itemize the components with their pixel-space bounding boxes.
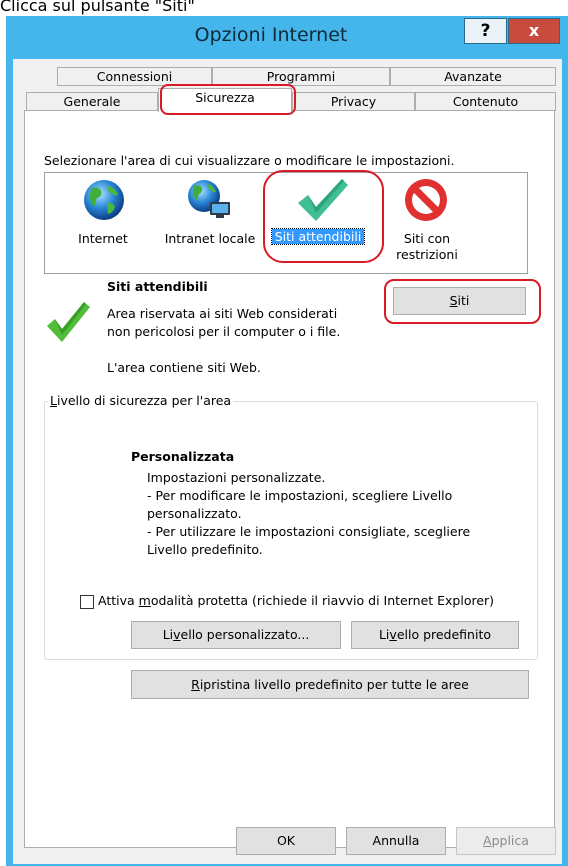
default-level-rest: ello predefinito bbox=[396, 627, 492, 642]
selected-zone-title: Siti attendibili bbox=[107, 279, 208, 294]
security-level-legend-text: ivello di sicurezza per l'area bbox=[56, 393, 232, 408]
level-desc-line-2: - Per modificare le impostazioni, scegli… bbox=[147, 488, 453, 503]
protected-mode-label-prefix: Attiva bbox=[98, 593, 139, 608]
tab-contenuto[interactable]: Contenuto bbox=[415, 92, 556, 111]
zone-siti-restrizioni-line2: restrizioni bbox=[396, 247, 458, 262]
custom-level-rest: ello personalizzato... bbox=[180, 627, 310, 642]
tab-generale[interactable]: Generale bbox=[26, 92, 158, 111]
protected-mode-label-rest: odalità protetta (richiede il riavvio di… bbox=[150, 593, 495, 608]
protected-mode-label-mnemonic: m bbox=[138, 593, 151, 608]
globe-icon bbox=[74, 178, 134, 222]
custom-level-prefix: Li bbox=[162, 627, 174, 642]
ok-button[interactable]: OK bbox=[236, 827, 336, 855]
help-button[interactable]: ? bbox=[464, 18, 507, 44]
reset-all-mnemonic: R bbox=[191, 677, 200, 692]
zones-prompt: Selezionare l'area di cui visualizzare o… bbox=[44, 153, 455, 168]
selected-zone-contains: L'area contiene siti Web. bbox=[107, 360, 261, 375]
highlight-oval-tab bbox=[160, 84, 296, 115]
reset-all-zones-button[interactable]: Ripristina livello predefinito per tutte… bbox=[131, 670, 529, 699]
security-level-legend: Livello di sicurezza per l'area bbox=[48, 393, 234, 408]
selected-zone-desc-2: non pericolosi per il computer o i file. bbox=[107, 324, 341, 339]
tab-avanzate[interactable]: Avanzate bbox=[390, 67, 556, 86]
apply-label: pplica bbox=[491, 833, 529, 848]
intranet-globe-icon bbox=[182, 178, 236, 222]
custom-level-button[interactable]: Livello personalizzato... bbox=[131, 621, 341, 649]
zone-siti-restrizioni[interactable]: Siti con restrizioni bbox=[386, 231, 468, 263]
close-button[interactable]: x bbox=[508, 18, 560, 44]
selected-zone-desc-1: Area riservata ai siti Web considerati bbox=[107, 306, 338, 321]
level-name: Personalizzata bbox=[131, 449, 235, 464]
default-level-prefix: Li bbox=[378, 627, 390, 642]
level-desc-line-3: personalizzato. bbox=[147, 506, 242, 521]
protected-mode-checkbox[interactable] bbox=[80, 595, 94, 609]
instruction-caption: Clicca sul pulsante "Siti" bbox=[0, 0, 195, 15]
help-icon: ? bbox=[480, 21, 491, 41]
default-level-button[interactable]: Livello predefinito bbox=[351, 621, 519, 649]
selected-zone-checkmark-icon bbox=[44, 298, 92, 344]
zone-intranet-locale[interactable]: Intranet locale bbox=[160, 231, 260, 247]
level-desc-line-4: - Per utilizzare le impostazioni consigl… bbox=[147, 524, 471, 539]
no-entry-icon bbox=[402, 176, 450, 224]
level-desc-line-5: Livello predefinito. bbox=[147, 542, 263, 557]
level-description: Impostazioni personalizzate. - Per modif… bbox=[147, 469, 517, 559]
zone-internet[interactable]: Internet bbox=[68, 231, 138, 247]
close-icon: x bbox=[528, 21, 540, 40]
apply-mnemonic: A bbox=[483, 833, 492, 848]
security-level-legend-mnemonic: L bbox=[50, 393, 57, 408]
reset-all-label: ipristina livello predefinito per tutte … bbox=[199, 677, 469, 692]
cancel-button[interactable]: Annulla bbox=[346, 827, 446, 855]
highlight-oval-zone bbox=[263, 170, 384, 263]
highlight-oval-sites-button bbox=[384, 279, 541, 324]
level-desc-line-1: Impostazioni personalizzate. bbox=[147, 470, 326, 485]
apply-button[interactable]: Applica bbox=[456, 827, 556, 855]
zone-siti-restrizioni-line1: Siti con bbox=[403, 231, 451, 246]
protected-mode-label[interactable]: Attiva modalità protetta (richiede il ri… bbox=[98, 593, 494, 608]
tab-privacy[interactable]: Privacy bbox=[292, 92, 415, 111]
custom-level-mnemonic: v bbox=[173, 627, 181, 642]
window-title: Opzioni Internet bbox=[194, 24, 348, 46]
default-level-mnemonic: v bbox=[389, 627, 397, 642]
